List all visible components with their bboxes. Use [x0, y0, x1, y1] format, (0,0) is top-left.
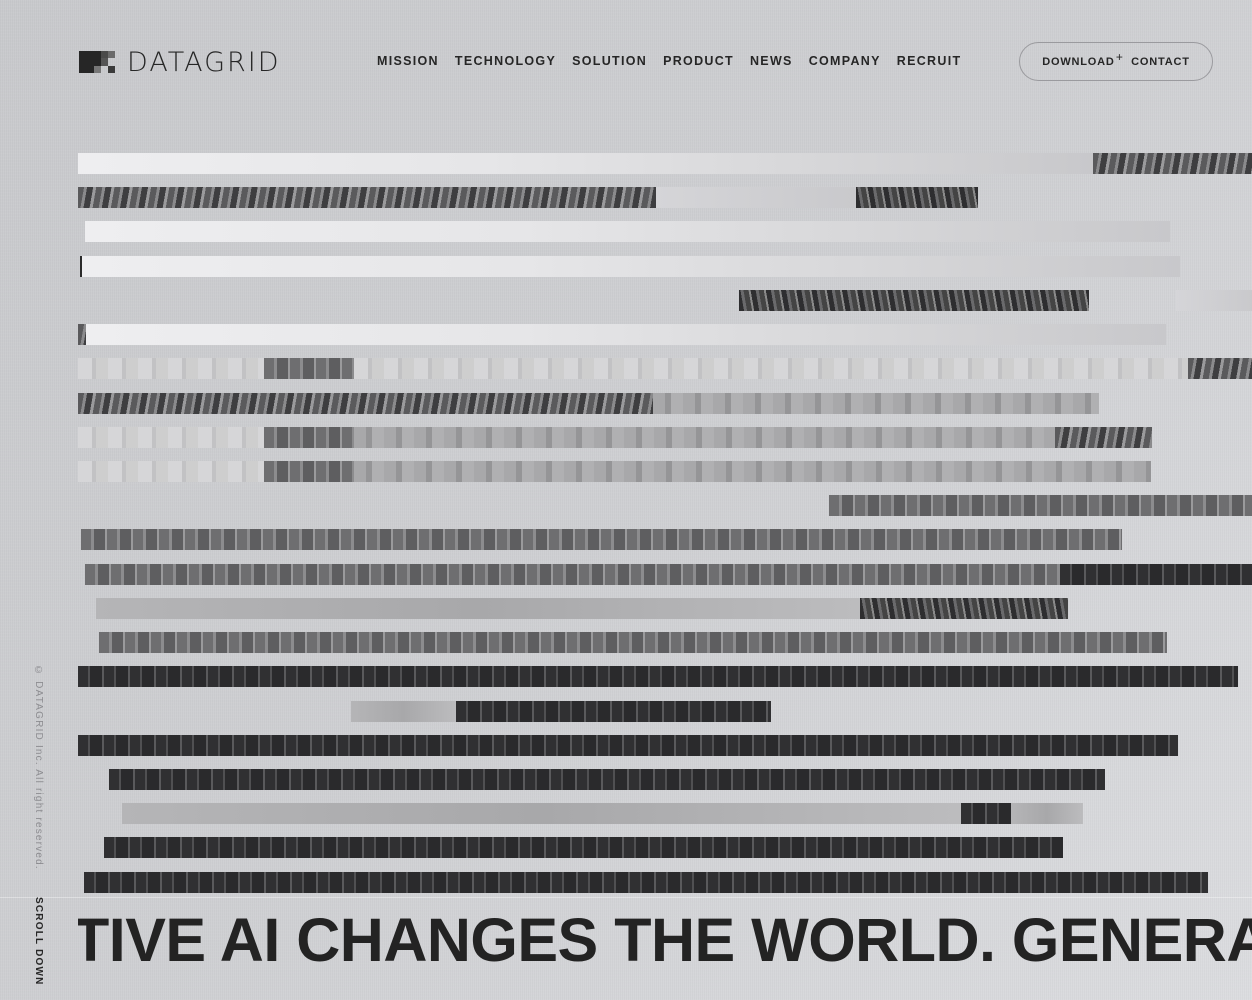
image-strip [78, 427, 264, 448]
image-strip [354, 427, 1055, 448]
image-strip [653, 393, 1099, 414]
image-strip [829, 495, 1252, 516]
image-strip [109, 769, 1105, 790]
copyright-text: © DATAGRID Inc. All right reserved. [33, 665, 44, 870]
image-strip [122, 803, 961, 824]
image-strip [104, 837, 1063, 858]
marquee-text: TIVE AI CHANGES THE WORLD. GENERATIVE AI… [78, 906, 1252, 974]
image-strip [1093, 153, 1252, 174]
image-strip [856, 187, 978, 208]
image-strip [84, 872, 1208, 893]
image-strip [1011, 803, 1083, 824]
image-strip [96, 598, 860, 619]
image-strip [78, 461, 264, 482]
image-strip [1055, 427, 1152, 448]
hero-glitch-image [0, 0, 1252, 1000]
image-strip [1060, 564, 1252, 585]
image-strip [85, 564, 1060, 585]
scroll-down-link[interactable]: SCROLL DOWN [33, 897, 44, 986]
image-strip [1188, 358, 1252, 379]
image-strip [78, 358, 264, 379]
divider [0, 897, 1252, 898]
image-strip [99, 632, 1167, 653]
image-strip [264, 358, 354, 379]
image-strip [78, 666, 1238, 687]
image-strip [85, 221, 1170, 242]
image-strip [1176, 290, 1252, 311]
image-strip [81, 529, 1122, 550]
image-strip [354, 461, 1151, 482]
image-strip [961, 803, 1011, 824]
image-strip [78, 153, 1093, 174]
hero-marquee: TIVE AI CHANGES THE WORLD. GENERATIVE AI… [78, 905, 1252, 975]
image-strip [739, 290, 1089, 311]
image-strip [78, 187, 656, 208]
image-strip [82, 256, 1180, 277]
image-strip [86, 324, 1166, 345]
image-strip [78, 324, 86, 345]
image-strip [354, 358, 1188, 379]
image-strip [264, 461, 354, 482]
image-strip [78, 735, 1178, 756]
image-strip [860, 598, 1068, 619]
image-strip [78, 393, 653, 414]
image-strip [351, 701, 456, 722]
image-strip [656, 187, 856, 208]
image-strip [456, 701, 771, 722]
image-strip [264, 427, 354, 448]
